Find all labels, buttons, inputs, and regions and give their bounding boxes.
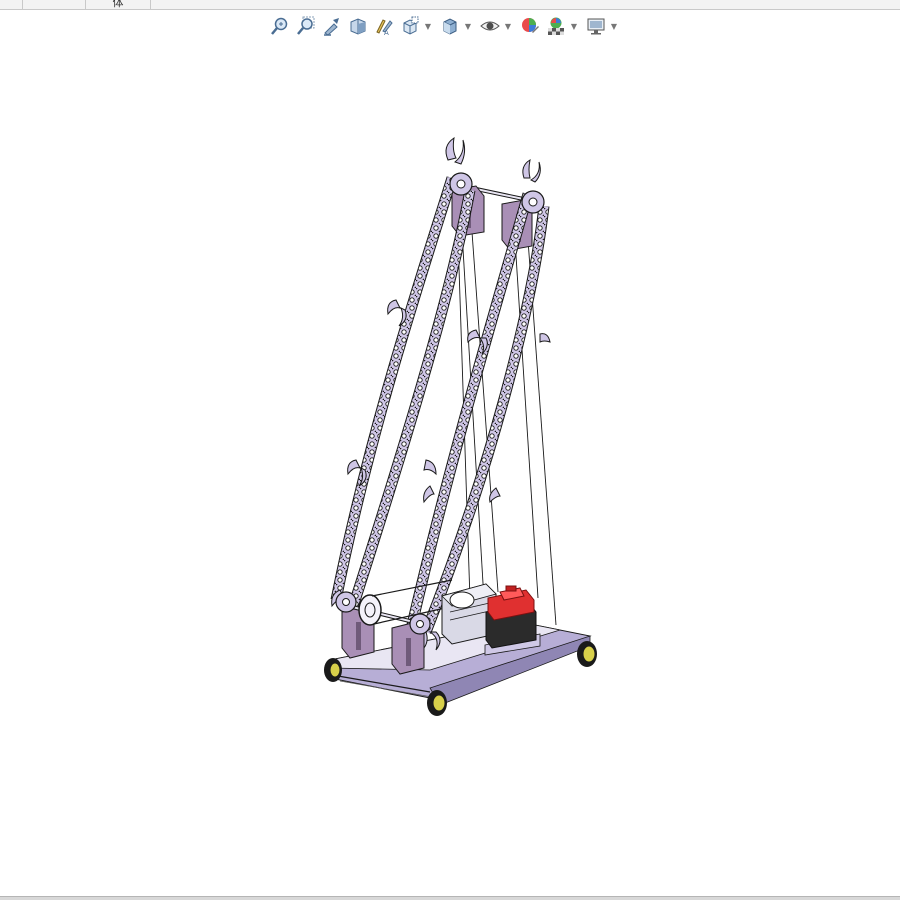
display-style-dropdown[interactable]: ▼ — [464, 14, 472, 38]
display-style-button[interactable] — [438, 14, 462, 38]
document-tab-1[interactable] — [0, 0, 23, 9]
wheel-rear-right — [577, 641, 597, 667]
apply-scene-dropdown[interactable]: ▼ — [570, 14, 578, 38]
apply-scene-icon — [548, 17, 564, 35]
edit-appearance-icon — [522, 18, 539, 33]
document-tab-2[interactable] — [23, 0, 86, 9]
hide-show-items-dropdown[interactable]: ▼ — [504, 14, 512, 38]
dynamic-annotation-icon: A — [376, 19, 393, 36]
edit-appearance-button[interactable] — [518, 14, 542, 38]
section-view-button[interactable] — [346, 14, 370, 38]
conveyor-chains — [330, 176, 550, 635]
previous-view-icon — [324, 18, 339, 36]
view-orientation-dropdown[interactable]: ▼ — [424, 14, 432, 38]
chevron-down-icon: ▼ — [610, 21, 618, 31]
status-bar-edge — [0, 896, 900, 900]
wheel-front-right — [427, 690, 447, 716]
zoom-to-area-button[interactable] — [294, 14, 318, 38]
hide-show-items-button[interactable] — [478, 14, 502, 38]
title-bar-strip: 体 — [0, 0, 900, 10]
hide-show-items-icon — [480, 21, 500, 31]
chevron-down-icon: ▼ — [504, 21, 512, 31]
chevron-down-icon: ▼ — [464, 21, 472, 31]
previous-view-button[interactable] — [320, 14, 344, 38]
graphics-area[interactable] — [0, 40, 900, 895]
display-style-icon — [443, 18, 457, 35]
view-settings-dropdown[interactable]: ▼ — [610, 14, 618, 38]
heads-up-view-toolbar: A ▼ ▼ ▼ ▼ ▼ — [268, 13, 622, 39]
section-view-icon — [350, 18, 366, 35]
view-settings-icon — [587, 18, 605, 35]
document-tab-3[interactable]: 体 — [86, 0, 151, 9]
wheel-front-left — [324, 658, 342, 682]
zoom-to-fit-icon — [271, 17, 288, 35]
model-view[interactable] — [0, 40, 900, 895]
view-orientation-icon — [403, 16, 419, 35]
zoom-to-area-icon — [297, 16, 315, 35]
support-cables — [457, 231, 557, 626]
dynamic-annotation-button[interactable]: A — [372, 14, 396, 38]
view-settings-button[interactable] — [584, 14, 608, 38]
apply-scene-button[interactable] — [544, 14, 568, 38]
chevron-down-icon: ▼ — [424, 21, 432, 31]
view-orientation-button[interactable] — [398, 14, 422, 38]
zoom-to-fit-button[interactable] — [268, 14, 292, 38]
svg-text:A: A — [384, 29, 389, 36]
chevron-down-icon: ▼ — [570, 21, 578, 31]
